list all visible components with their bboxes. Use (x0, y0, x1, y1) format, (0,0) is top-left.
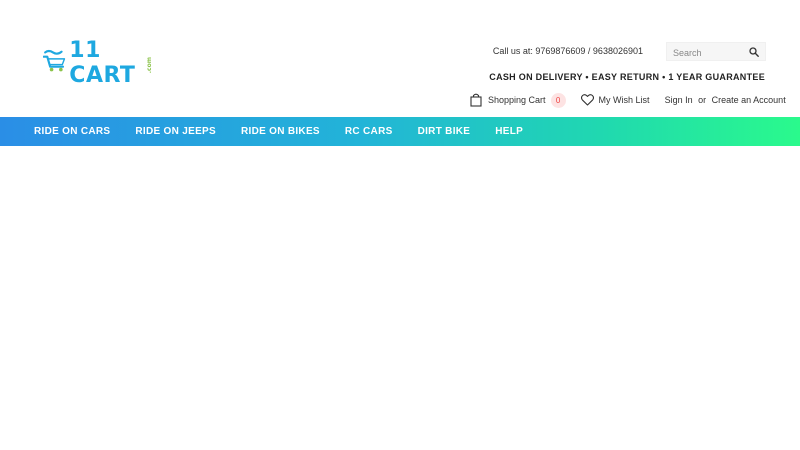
site-header: 11 CART .com Call us at: 9769876609 / 96… (0, 0, 800, 117)
search-box (666, 42, 766, 62)
cart-count-badge: 0 (550, 92, 566, 108)
promo-banner-text: CASH ON DELIVERY • EASY RETURN • 1 YEAR … (489, 72, 765, 82)
heart-icon (580, 94, 594, 106)
nav-item-help[interactable]: HELP (495, 126, 523, 137)
call-us-text: Call us at: 9769876609 / 9638026901 (492, 46, 643, 56)
wishlist-link[interactable]: My Wish List (580, 94, 650, 106)
create-account-link[interactable]: Create an Account (712, 95, 786, 105)
logo-text: 11 CART (69, 38, 136, 88)
wishlist-label: My Wish List (598, 95, 650, 105)
search-icon[interactable] (749, 47, 759, 57)
nav-item-ride-on-jeeps[interactable]: RIDE ON JEEPS (135, 126, 216, 137)
header-toolbar: Shopping Cart 0 My Wish List Sign In or … (470, 92, 786, 108)
account-links: Sign In or Create an Account (665, 95, 786, 105)
shopping-cart-link[interactable]: Shopping Cart 0 (470, 92, 566, 108)
site-logo[interactable]: 11 CART .com (43, 38, 153, 88)
search-input[interactable] (667, 44, 747, 62)
logo-suffix: .com (146, 56, 153, 74)
main-navigation: RIDE ON CARS RIDE ON JEEPS RIDE ON BIKES… (0, 117, 800, 146)
sign-in-link[interactable]: Sign In (665, 95, 693, 105)
cart-logo-icon (43, 49, 66, 72)
or-text: or (698, 95, 707, 105)
nav-item-ride-on-cars[interactable]: RIDE ON CARS (34, 126, 110, 137)
nav-item-rc-cars[interactable]: RC CARS (345, 126, 393, 137)
nav-item-ride-on-bikes[interactable]: RIDE ON BIKES (241, 126, 320, 137)
main-content-area (0, 146, 800, 450)
shopping-cart-label: Shopping Cart (488, 95, 546, 105)
nav-item-dirt-bike[interactable]: DIRT BIKE (418, 126, 471, 137)
shopping-bag-icon (470, 93, 482, 107)
